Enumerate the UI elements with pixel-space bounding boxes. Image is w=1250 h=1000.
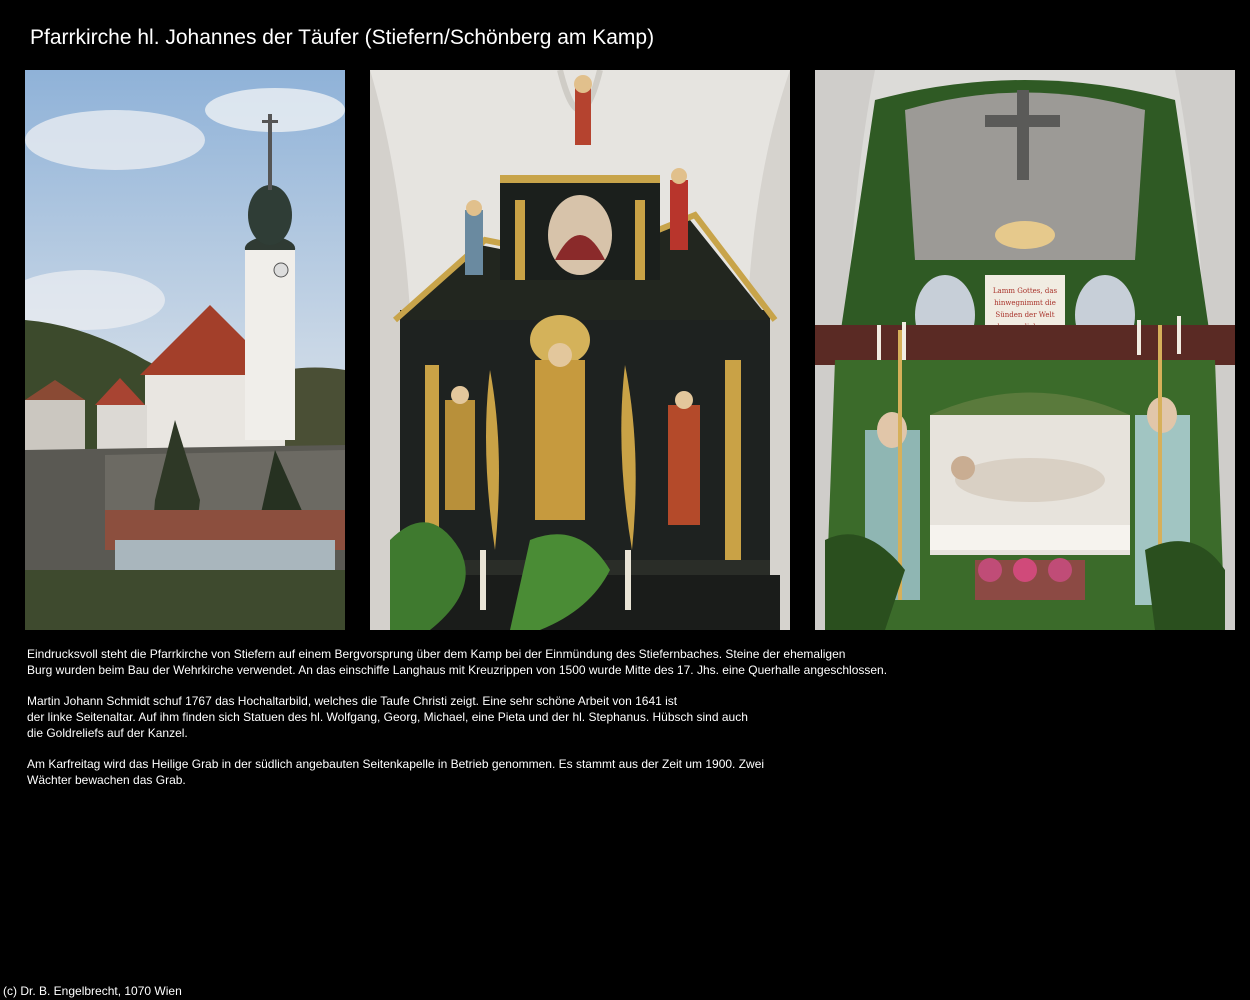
caption-paragraph-1: Eindrucksvoll steht die Pfarrkirche von … (27, 646, 927, 678)
church-exterior-photo[interactable] (25, 70, 345, 630)
caption-line: Burg wurden beim Bau der Wehrkirche verw… (27, 663, 888, 677)
caption-line: die Goldreliefs auf der Kanzel. (27, 726, 188, 740)
church-exterior-image (25, 70, 345, 630)
page-title: Pfarrkirche hl. Johannes der Täufer (Sti… (30, 26, 655, 49)
caption-line: Wächter bewachen das Grab. (27, 773, 186, 787)
caption-paragraph-2: Martin Johann Schmidt schuf 1767 das Hoc… (27, 693, 927, 741)
holy-sepulchre-image: Lamm Gottes, das hinwegnimmt die Sünden … (815, 70, 1235, 630)
copyright-footer: (c) Dr. B. Engelbrecht, 1070 Wien (3, 984, 182, 998)
caption-line: der linke Seitenaltar. Auf ihm finden si… (27, 710, 748, 724)
holy-sepulchre-photo[interactable]: Lamm Gottes, das hinwegnimmt die Sünden … (815, 70, 1235, 630)
inscription-line-1: Lamm Gottes, das (993, 287, 1058, 295)
side-altar-image (370, 70, 790, 630)
caption-paragraph-3: Am Karfreitag wird das Heilige Grab in d… (27, 756, 927, 788)
inscription-line-3: Sünden der Welt (995, 311, 1054, 319)
inscription-line-2: hinwegnimmt die (994, 299, 1056, 307)
caption-line: Am Karfreitag wird das Heilige Grab in d… (27, 757, 765, 771)
caption-line: Martin Johann Schmidt schuf 1767 das Hoc… (27, 694, 678, 708)
caption-text: Eindrucksvoll steht die Pfarrkirche von … (27, 646, 927, 803)
caption-line: Eindrucksvoll steht die Pfarrkirche von … (27, 647, 846, 661)
side-altar-photo[interactable] (370, 70, 790, 630)
